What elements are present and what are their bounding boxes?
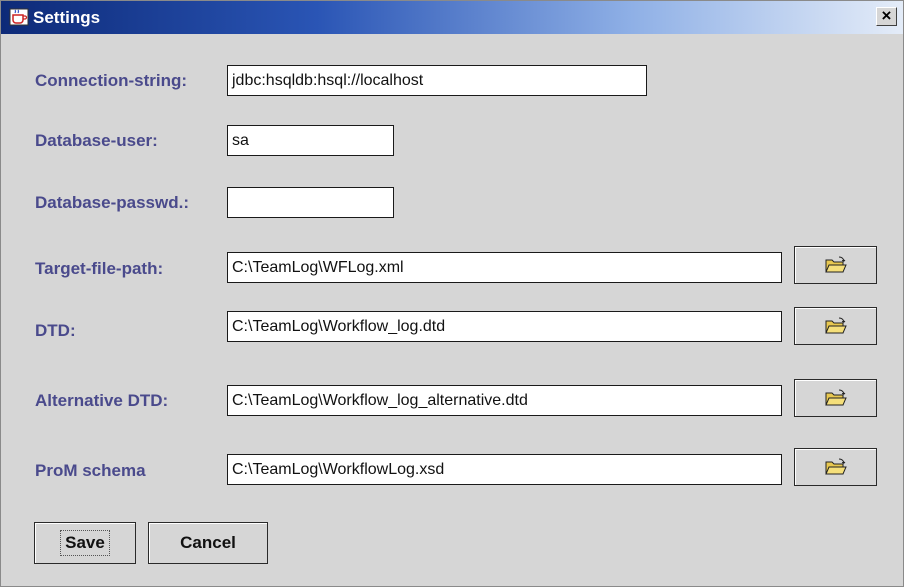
target-browse-button[interactable] — [794, 246, 877, 284]
connection-string-label: Connection-string: — [35, 71, 188, 90]
dtd-input[interactable]: C:\TeamLog\Workflow_log.dtd — [227, 311, 782, 342]
alternative-dtd-browse-button[interactable] — [794, 379, 877, 417]
cancel-button[interactable]: Cancel — [148, 522, 268, 564]
prom-schema-browse-button[interactable] — [794, 448, 877, 486]
database-user-label: Database-user: — [35, 131, 158, 150]
close-icon[interactable]: × — [876, 7, 897, 26]
cancel-button-label: Cancel — [180, 533, 236, 552]
title-bar[interactable]: Settings × — [1, 1, 903, 34]
connection-string-input[interactable]: jdbc:hsqldb:hsql://localhost — [227, 65, 647, 96]
save-button[interactable]: Save — [34, 522, 136, 564]
dtd-label: DTD: — [35, 321, 76, 340]
open-folder-icon — [824, 458, 847, 475]
prom-schema-label: ProM schema — [35, 461, 146, 480]
settings-dialog: Settings × Connection-string: jdbc:hsqld… — [0, 0, 904, 587]
open-folder-icon — [824, 389, 847, 406]
window-title: Settings — [33, 8, 101, 27]
alternative-dtd-input[interactable]: C:\TeamLog\Workflow_log_alternative.dtd — [227, 385, 782, 416]
database-user-input[interactable]: sa — [227, 125, 394, 156]
target-file-path-input[interactable]: C:\TeamLog\WFLog.xml — [227, 252, 782, 283]
open-folder-icon — [824, 317, 847, 334]
prom-schema-input[interactable]: C:\TeamLog\WorkflowLog.xsd — [227, 454, 782, 485]
dtd-browse-button[interactable] — [794, 307, 877, 345]
alternative-dtd-label: Alternative DTD: — [35, 391, 169, 410]
java-cup-icon — [9, 8, 29, 26]
target-file-path-label: Target-file-path: — [35, 259, 164, 278]
database-password-label: Database-passwd.: — [35, 193, 189, 212]
database-password-input[interactable] — [227, 187, 394, 218]
open-folder-icon — [824, 256, 847, 273]
save-button-label: Save — [60, 530, 110, 556]
